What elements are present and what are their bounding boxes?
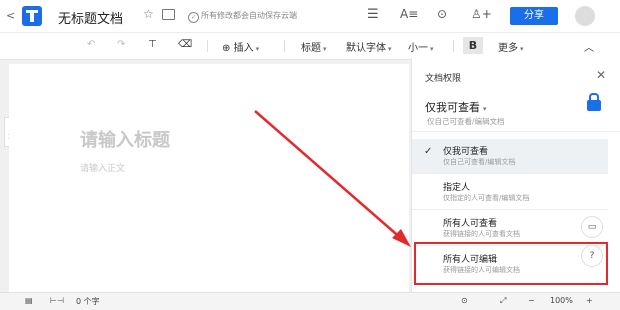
page-width-icon[interactable]: ⊢⊣ bbox=[50, 296, 64, 305]
zoom-out-button[interactable]: − bbox=[528, 296, 535, 305]
status-bar: ▤ ⊢⊣ 0 个字 ⊙ ⤢ − 100% + bbox=[0, 292, 620, 310]
outline-toggle-icon[interactable]: ▤ bbox=[25, 296, 33, 305]
zoom-level[interactable]: 100% bbox=[550, 296, 573, 305]
annotation-arrow bbox=[254, 110, 411, 247]
word-count: 0 个字 bbox=[76, 297, 100, 306]
fullscreen-icon[interactable]: ⤢ bbox=[500, 296, 506, 306]
zoom-in-button[interactable]: + bbox=[586, 296, 593, 305]
play-icon[interactable]: ⊙ bbox=[461, 296, 468, 305]
arrow-shaft bbox=[254, 110, 404, 241]
